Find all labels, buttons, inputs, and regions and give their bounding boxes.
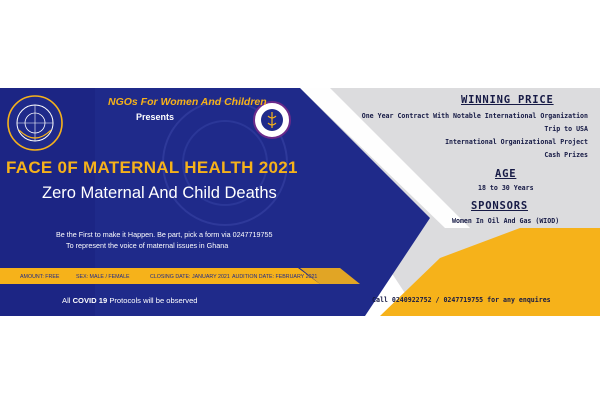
covid-prefix: All [62, 296, 71, 305]
event-subtitle: Zero Maternal And Child Deaths [42, 184, 277, 202]
event-title: FACE 0F MATERNAL HEALTH 2021 [6, 158, 298, 177]
winning-price-heading: WINNING PRICE [461, 94, 554, 106]
winning-price-item-4: Cash Prizes [544, 151, 588, 159]
covid-bold: COVID 19 [72, 296, 108, 305]
info-sex: SEX: MALE / FEMALE [76, 274, 130, 280]
info-audition-date: AUDITION DATE: FEBRUARY 2021 [232, 274, 318, 280]
body-line-2: To represent the voice of maternal issue… [66, 241, 229, 250]
winning-price-item-2: Trip to USA [544, 125, 588, 133]
contact-line: Call 0240922752 / 0247719755 for any enq… [372, 296, 551, 304]
info-closing-date: CLOSING DATE: JANUARY 2021 [150, 274, 230, 280]
body-line-1: Be the First to make it Happen. Be part,… [56, 230, 273, 239]
age-heading: AGE [495, 168, 517, 180]
presents-label: Presents [136, 112, 175, 122]
maternal-health-logo [7, 95, 63, 151]
covid-suffix: Protocols will be observed [109, 296, 198, 305]
sponsors-value: Women In Oil And Gas (WIOD) [452, 217, 560, 225]
winning-price-item-3: International Organizational Project [445, 138, 588, 146]
organizer-name: NGOs For Women And Children [108, 96, 267, 108]
info-amount: AMOUNT: FREE [20, 274, 60, 280]
age-value: 18 to 30 Years [478, 184, 534, 192]
banner: NGOs For Women And Children Presents FAC… [0, 88, 600, 316]
winning-price-item-1: One Year Contract With Notable Internati… [361, 112, 588, 120]
sponsors-heading: SPONSORS [471, 200, 528, 212]
covid-notice: All COVID 19 Protocols will be observed [62, 296, 198, 305]
